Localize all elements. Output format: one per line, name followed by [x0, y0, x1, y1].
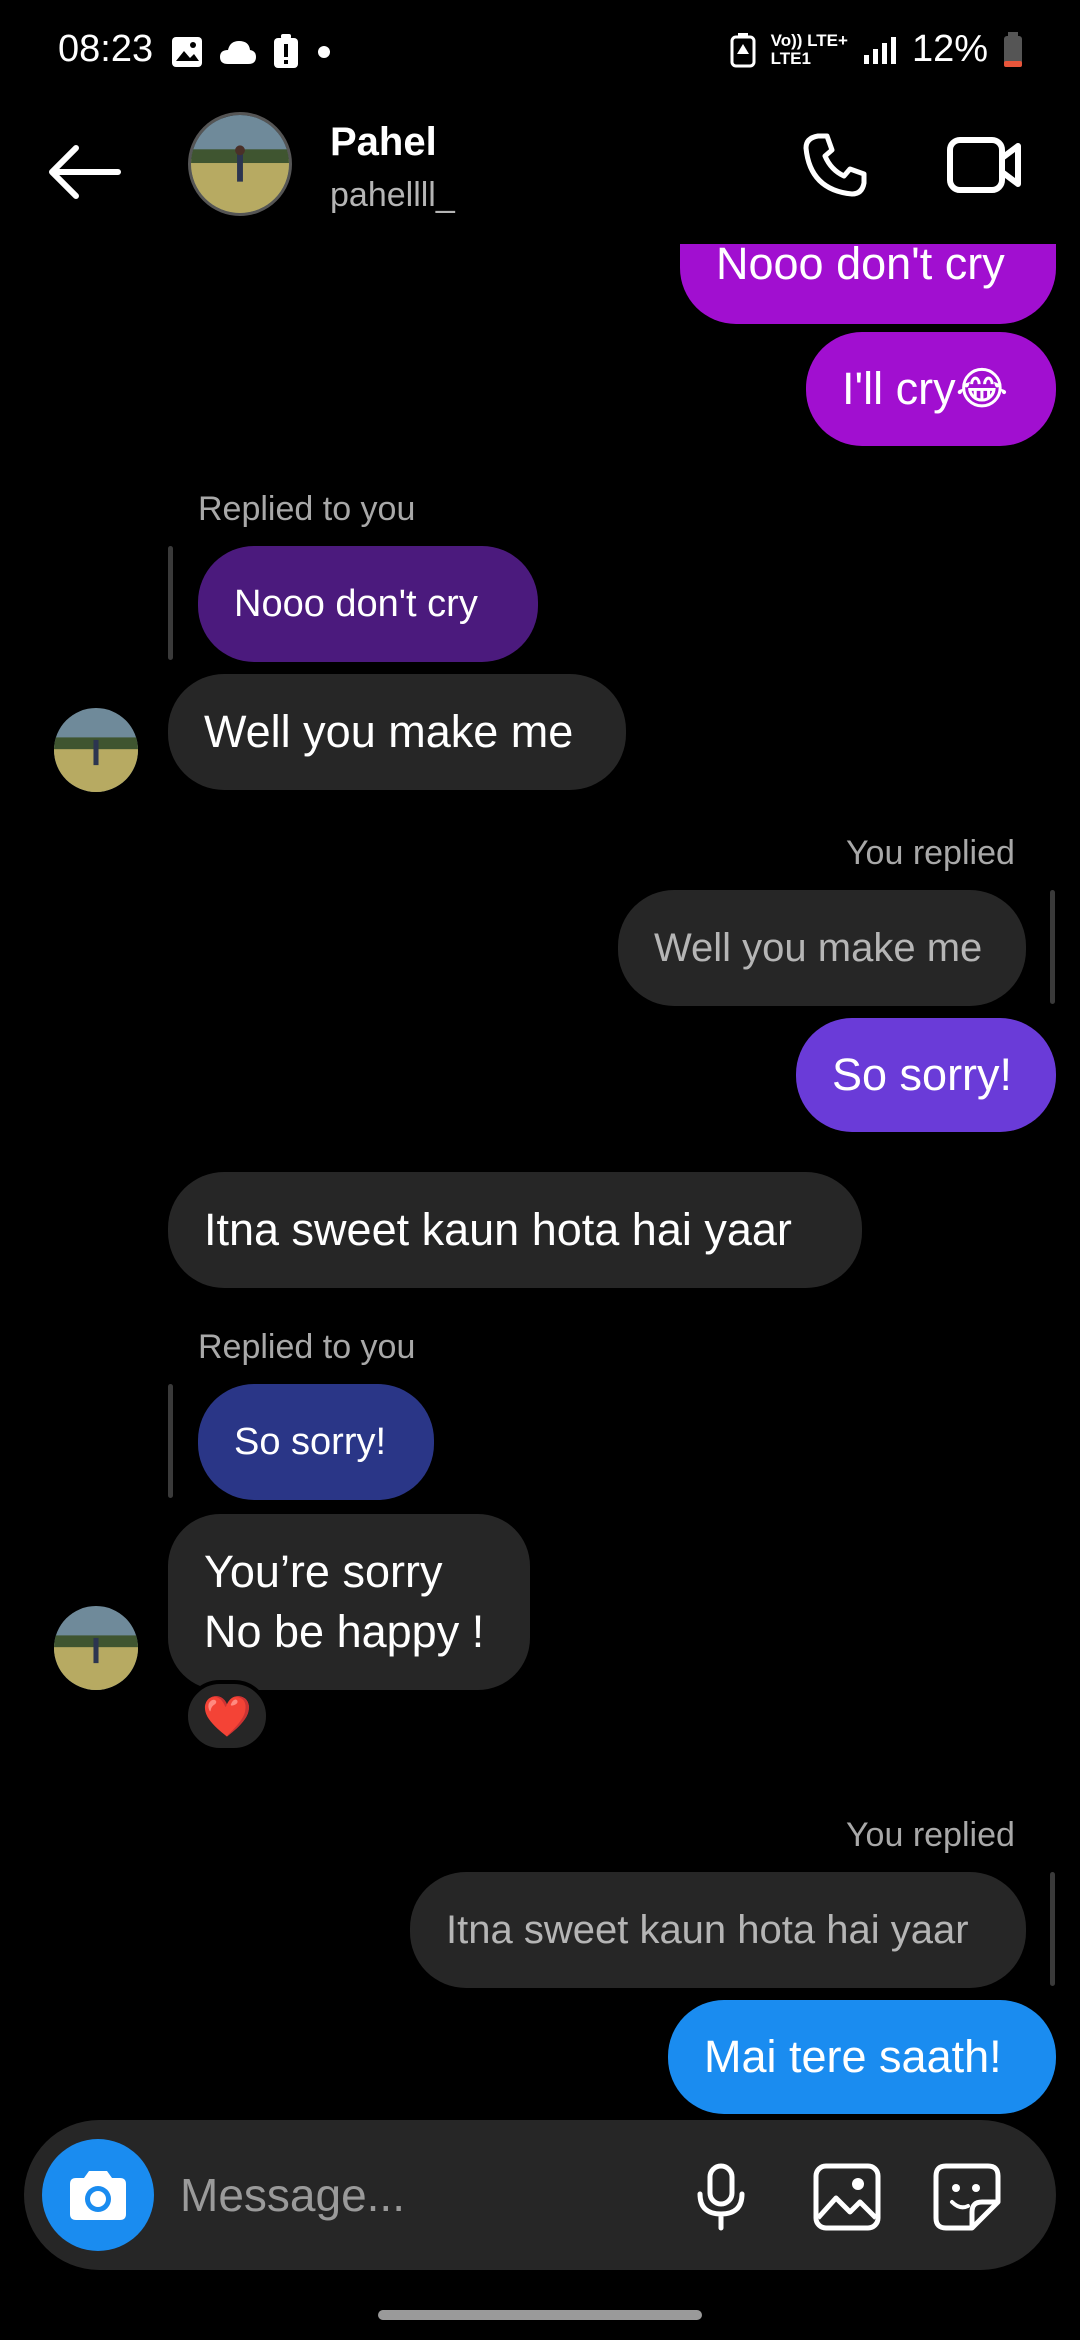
avatar[interactable]: [188, 112, 292, 216]
reply-label: Replied to you: [198, 490, 416, 528]
received-message[interactable]: Itna sweet kaun hota hai yaar: [168, 1172, 862, 1288]
back-arrow-icon[interactable]: [46, 142, 122, 202]
sender-avatar[interactable]: [54, 708, 138, 792]
camera-button[interactable]: [42, 2139, 154, 2251]
sender-avatar[interactable]: [54, 1606, 138, 1690]
reply-label: You replied: [846, 1816, 1015, 1854]
message-composer: [24, 2120, 1056, 2270]
chat-header: Pahel pahellll_: [0, 0, 1080, 244]
sent-message[interactable]: So sorry!: [796, 1018, 1056, 1132]
image-icon[interactable]: [812, 2162, 882, 2232]
reply-bar: [168, 1384, 173, 1498]
home-indicator[interactable]: [378, 2310, 702, 2320]
quoted-message[interactable]: So sorry!: [198, 1384, 434, 1500]
reply-bar: [168, 546, 173, 660]
contact-name[interactable]: Pahel: [330, 120, 437, 165]
message-input[interactable]: [180, 2160, 680, 2230]
received-message[interactable]: You’re sorry No be happy !: [168, 1514, 530, 1690]
sent-message[interactable]: I'll cry😂: [806, 332, 1056, 446]
reply-label: Replied to you: [198, 1328, 416, 1366]
sticker-icon[interactable]: [932, 2162, 1002, 2232]
reply-bar: [1050, 890, 1055, 1004]
sent-message[interactable]: Mai tere saath!: [668, 2000, 1056, 2114]
quoted-message[interactable]: Nooo don't cry: [198, 546, 538, 662]
sent-message[interactable]: Nooo don't cry: [680, 244, 1056, 324]
quoted-message[interactable]: Itna sweet kaun hota hai yaar: [410, 1872, 1026, 1988]
quoted-message[interactable]: Well you make me: [618, 890, 1026, 1006]
message-line: You’re sorry: [204, 1546, 443, 1597]
contact-username[interactable]: pahellll_: [330, 176, 455, 215]
message-line: No be happy !: [204, 1606, 485, 1657]
message-thread[interactable]: Nooo don't cry I'll cry😂 Replied to you …: [0, 244, 1080, 2114]
reply-label: You replied: [846, 834, 1015, 872]
video-camera-icon[interactable]: [946, 134, 1022, 196]
received-message[interactable]: Well you make me: [168, 674, 626, 790]
phone-icon[interactable]: [800, 130, 870, 200]
heart-reaction[interactable]: ❤️: [184, 1680, 270, 1752]
camera-icon: [70, 2171, 126, 2220]
microphone-icon[interactable]: [686, 2162, 756, 2232]
reply-bar: [1050, 1872, 1055, 1986]
